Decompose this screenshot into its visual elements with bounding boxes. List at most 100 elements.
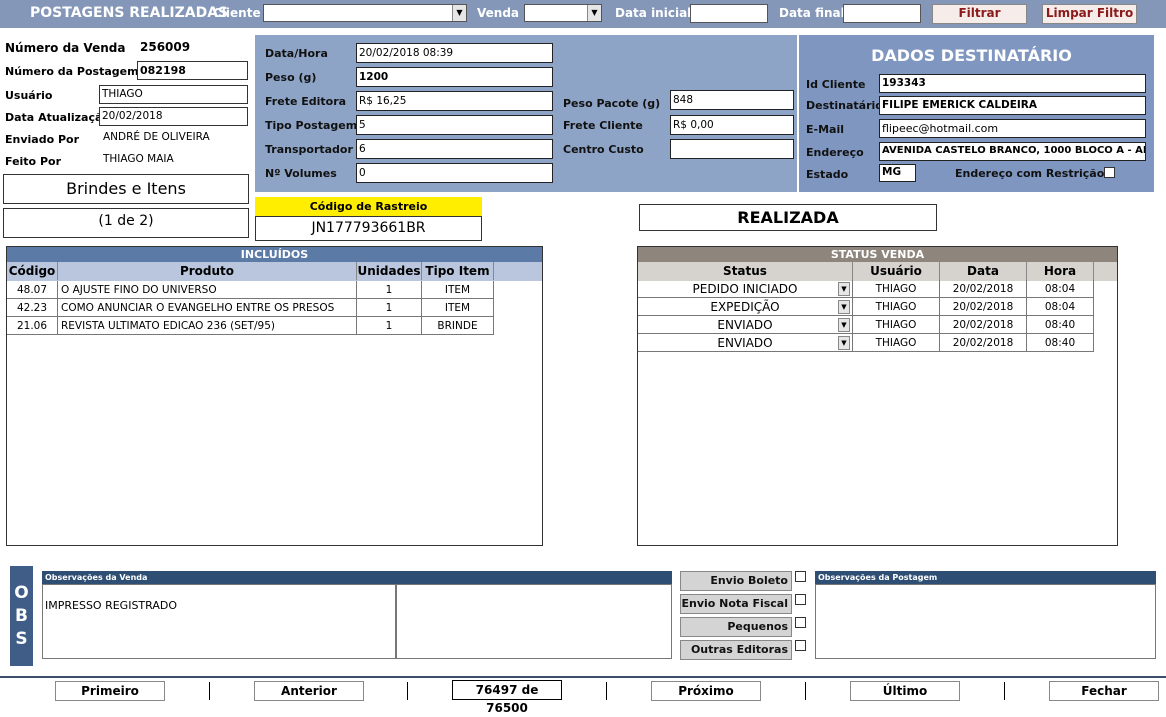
numero-postagem-field[interactable]: 082198 — [137, 61, 248, 80]
volumes-field[interactable]: 0 — [356, 163, 553, 183]
endereco-field[interactable]: AVENIDA CASTELO BRANCO, 1000 BLOCO A - A… — [879, 142, 1146, 161]
frete-editora-field[interactable]: R$ 16,25 — [356, 91, 553, 111]
data-atualizacao-label: Data Atualização — [5, 111, 110, 124]
produto-cell: COMO ANUNCIAR O EVANGELHO ENTRE OS PRESO… — [58, 299, 357, 317]
unidades-cell: 1 — [357, 317, 422, 335]
codigo-cell: 21.06 — [7, 317, 58, 335]
record-counter: 76497 de 76500 — [452, 680, 562, 715]
chevron-down-icon[interactable]: ▼ — [838, 282, 850, 296]
codigo-cell: 48.07 — [7, 281, 58, 299]
pequenos-defeitos-button[interactable]: Pequenos Defeitos — [680, 617, 792, 651]
chevron-down-icon[interactable]: ▼ — [838, 336, 850, 350]
primeiro-button[interactable]: Primeiro — [55, 681, 165, 701]
limpar-filtro-button[interactable]: Limpar Filtro — [1042, 4, 1137, 24]
chevron-down-icon[interactable]: ▼ — [838, 318, 850, 332]
chevron-down-icon[interactable]: ▼ — [452, 5, 466, 21]
usuario-cell: THIAGO — [853, 334, 940, 352]
status-select[interactable]: EXPEDIÇÃO ▼ — [638, 298, 853, 316]
status-badge: REALIZADA — [639, 204, 937, 231]
incluidos-title: INCLUÍDOS — [7, 247, 542, 262]
venda-label: Venda — [477, 6, 519, 20]
enviado-por-value: ANDRÉ DE OLIVEIRA — [103, 131, 210, 143]
obs-letter: S — [15, 629, 28, 649]
destinatario-field[interactable]: FILIPE EMERICK CALDEIRA — [879, 96, 1146, 115]
peso-field[interactable]: 1200 — [356, 67, 553, 87]
numero-venda-value: 256009 — [140, 40, 191, 54]
col-data[interactable]: Data — [940, 262, 1027, 280]
nav-divider — [0, 676, 1166, 678]
tipo-postagem-field[interactable]: 5 — [356, 115, 553, 135]
data-final-input[interactable] — [843, 4, 921, 23]
id-cliente-field[interactable]: 193343 — [879, 74, 1146, 93]
col-tipo-item[interactable]: Tipo Item — [422, 262, 494, 280]
envio-nota-checkbox[interactable] — [795, 594, 806, 605]
envio-boleto-checkbox[interactable] — [795, 571, 806, 582]
brindes-itens-title: Brindes e Itens — [3, 174, 249, 204]
col-hora[interactable]: Hora — [1027, 262, 1094, 280]
endereco-label: Endereço — [806, 146, 864, 159]
usuario-cell: THIAGO — [853, 298, 940, 316]
usuario-label: Usuário — [5, 89, 53, 102]
col-status[interactable]: Status — [638, 262, 853, 280]
rastreio-label: Código de Rastreio — [255, 197, 482, 216]
centro-custo-label: Centro Custo — [563, 143, 644, 156]
col-usuario[interactable]: Usuário — [853, 262, 940, 280]
proximo-button[interactable]: Próximo — [651, 681, 761, 701]
anterior-button[interactable]: Anterior — [254, 681, 364, 701]
rastreio-field[interactable]: JN177793661BR — [255, 216, 482, 241]
peso-pacote-label: Peso Pacote (g) — [563, 97, 661, 110]
obs-venda-text[interactable]: IMPRESSO REGISTRADO — [42, 584, 396, 659]
page-title: POSTAGENS REALIZADAS — [30, 5, 229, 21]
envio-nota-button[interactable]: Envio Nota Fiscal — [680, 594, 792, 614]
estado-label: Estado — [806, 168, 849, 181]
chevron-down-icon[interactable]: ▼ — [838, 300, 850, 314]
data-inicial-label: Data inicial — [615, 6, 692, 20]
peso-pacote-field[interactable]: 848 — [670, 90, 794, 110]
status-select[interactable]: PEDIDO INICIADO ▼ — [638, 280, 853, 298]
cliente-select[interactable]: ▼ — [263, 4, 467, 22]
obs-venda-extra[interactable] — [396, 584, 672, 659]
destinatario-label: Destinatário — [806, 99, 883, 112]
centro-custo-field[interactable] — [670, 139, 794, 159]
frete-cliente-field[interactable]: R$ 0,00 — [670, 115, 794, 135]
data-hora-label: Data/Hora — [265, 47, 328, 60]
transportador-field[interactable]: 6 — [356, 139, 553, 159]
numero-venda-label: Número da Venda — [5, 41, 126, 55]
data-hora-field[interactable]: 20/02/2018 08:39 — [356, 43, 553, 63]
pequenos-defeitos-checkbox[interactable] — [795, 617, 806, 628]
status-select[interactable]: ENVIADO ▼ — [638, 316, 853, 334]
ultimo-button[interactable]: Último — [850, 681, 960, 701]
id-cliente-label: Id Cliente — [806, 78, 866, 91]
tipo-cell: ITEM — [422, 281, 494, 299]
data-cell: 20/02/2018 — [940, 280, 1027, 298]
envio-boleto-button[interactable]: Envio Boleto — [680, 571, 792, 591]
outras-editoras-checkbox[interactable] — [795, 640, 806, 651]
fechar-button[interactable]: Fechar — [1049, 681, 1159, 701]
peso-label: Peso (g) — [265, 71, 317, 84]
usuario-field[interactable]: THIAGO — [99, 85, 248, 104]
chevron-down-icon[interactable]: ▼ — [587, 5, 601, 21]
venda-select[interactable]: ▼ — [524, 4, 602, 22]
data-final-label: Data final — [779, 6, 845, 20]
email-field[interactable]: flipeec@hotmail.com — [879, 119, 1146, 138]
data-cell: 20/02/2018 — [940, 316, 1027, 334]
estado-field[interactable]: MG — [879, 164, 916, 182]
col-produto[interactable]: Produto — [58, 262, 357, 280]
col-codigo[interactable]: Código — [7, 262, 58, 280]
numero-postagem-label: Número da Postagem — [5, 65, 139, 78]
obs-side-label: O B S — [10, 566, 33, 666]
frete-editora-label: Frete Editora — [265, 95, 347, 108]
status-select[interactable]: ENVIADO ▼ — [638, 334, 853, 352]
data-inicial-input[interactable] — [690, 4, 768, 23]
data-atualizacao-field[interactable]: 20/02/2018 — [99, 107, 248, 126]
nav-separator — [407, 682, 408, 700]
enviado-por-label: Enviado Por — [5, 133, 80, 146]
col-unidades[interactable]: Unidades — [357, 262, 422, 280]
filtrar-button[interactable]: Filtrar — [932, 4, 1027, 24]
nav-separator — [805, 682, 806, 700]
obs-postagem-text[interactable] — [815, 584, 1156, 659]
restricao-checkbox[interactable] — [1104, 167, 1115, 178]
tipo-cell: ITEM — [422, 299, 494, 317]
usuario-cell: THIAGO — [853, 316, 940, 334]
outras-editoras-button[interactable]: Outras Editoras — [680, 640, 792, 660]
